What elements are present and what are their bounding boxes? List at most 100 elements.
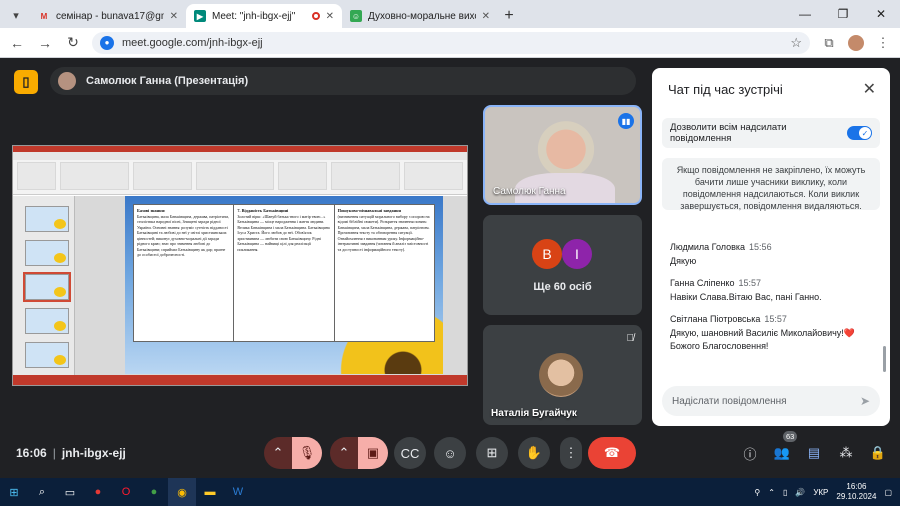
video-tile-self[interactable]: ▮▮ Самолюк Ганна xyxy=(483,105,642,205)
meeting-details-icon[interactable]: ⓘ xyxy=(740,443,760,463)
more-options-button[interactable]: ⋮ xyxy=(560,437,582,469)
reactions-button[interactable]: ☺ xyxy=(434,437,466,469)
maximize-icon[interactable]: ❐ xyxy=(824,0,862,28)
chevron-up-icon: ⌃ xyxy=(338,445,350,460)
message-input[interactable]: Надіслати повідомлення ➤ xyxy=(662,386,880,416)
presenter-avatar xyxy=(58,72,76,90)
chrome-icon[interactable]: ◉ xyxy=(168,478,196,506)
message-text: Дякую, шановний Василіє Миколайовичу!❤️ … xyxy=(670,328,856,351)
slide-column: Базові знання: Батьківщина, малa Батьків… xyxy=(134,205,235,341)
taskbar-clock[interactable]: 16:06 29.10.2024 xyxy=(836,482,876,502)
word-icon[interactable]: W xyxy=(224,478,252,506)
network-icon[interactable]: ▯ xyxy=(783,488,787,497)
emoji-icon: ☺ xyxy=(443,445,457,461)
mic-options-button[interactable]: ⌃ xyxy=(264,437,292,469)
message-time: 15:57 xyxy=(764,314,787,324)
url-field[interactable]: ● meet.google.com/jnh-ibgx-ejj ☆ xyxy=(92,31,810,54)
hang-up-icon: ☎ xyxy=(603,445,621,460)
participant-avatar xyxy=(539,353,583,397)
tab-docs[interactable]: ☺ Духовно-моральне виховання ✕ xyxy=(342,4,498,28)
reload-icon[interactable]: ↻ xyxy=(64,34,82,51)
search-icon[interactable]: ⌕ xyxy=(28,478,56,506)
video-tile-participant[interactable]: 🎙̸ Наталія Бугайчук xyxy=(483,325,642,425)
minimize-icon[interactable]: — xyxy=(786,0,824,28)
people-tray-icon[interactable]: ⚲ xyxy=(754,488,760,497)
close-tab-icon[interactable]: ✕ xyxy=(326,11,334,22)
tab-title: семінар - bunava17@gmail.com xyxy=(56,10,164,22)
profile-avatar[interactable] xyxy=(848,34,864,51)
bookmark-star-icon[interactable]: ☆ xyxy=(790,35,802,51)
mic-toggle-button[interactable]: 🎙 xyxy=(292,437,322,469)
raise-hand-button[interactable]: ✋ xyxy=(518,437,550,469)
column-text: Золотий вірш: «Шануй батька твого і маті… xyxy=(237,213,330,252)
ppt-ribbon xyxy=(13,160,467,195)
participant-avatar: B xyxy=(532,239,562,269)
activities-icon[interactable]: ⁂ xyxy=(836,443,856,463)
presenter-banner: Самолюк Ганна (Презентація) xyxy=(50,67,636,95)
close-tab-icon[interactable]: ✕ xyxy=(482,11,490,22)
tab-title: Духовно-моральне виховання xyxy=(368,10,476,22)
camera-options-button[interactable]: ⌃ xyxy=(330,437,358,469)
message-time: 15:57 xyxy=(738,278,761,288)
ppt-workspace: Базові знання: Батьківщина, малa Батьків… xyxy=(13,196,467,376)
leave-call-button[interactable]: ☎ xyxy=(588,437,636,469)
host-controls-icon[interactable]: 🔒 xyxy=(868,443,888,463)
slide-thumbnail xyxy=(23,272,71,302)
windows-start-icon[interactable]: ⊞ xyxy=(0,478,28,506)
camera-toggle-button[interactable]: ▣ xyxy=(358,437,388,469)
allow-messages-toggle[interactable] xyxy=(846,126,872,140)
opera-icon[interactable]: O xyxy=(112,478,140,506)
keyboard-language[interactable]: УКР xyxy=(813,488,828,497)
address-bar: ← → ↻ ● meet.google.com/jnh-ibgx-ejj ☆ ⧉… xyxy=(0,28,900,58)
tab-search-icon[interactable]: ▾ xyxy=(6,4,26,26)
allow-messages-row: Дозволити всім надсилати повідомлення xyxy=(662,118,880,148)
tab-gmail[interactable]: M семінар - bunava17@gmail.com ✕ xyxy=(30,4,186,28)
slide-column: Пошуково-пізнавальні завдання (визначенн… xyxy=(335,205,434,341)
system-tray: ⚲ ⌃ ▯ 🔊 УКР 16:06 29.10.2024 ▢ xyxy=(754,482,900,502)
tab-meet[interactable]: ▶ Meet: "jnh-ibgx-ejj" ✕ xyxy=(186,4,342,28)
chevron-up-icon[interactable]: ⌃ xyxy=(768,488,775,497)
close-tab-icon[interactable]: ✕ xyxy=(170,11,178,22)
ppt-ribbon-tabs xyxy=(13,152,467,160)
message-author: Ганна Сліпенко xyxy=(670,278,735,288)
volume-icon[interactable]: 🔊 xyxy=(795,488,805,497)
url-text: meet.google.com/jnh-ibgx-ejj xyxy=(122,36,263,49)
file-explorer-icon[interactable]: ▬ xyxy=(196,478,224,506)
people-icon[interactable]: 👥 xyxy=(772,443,792,463)
close-icon[interactable]: ✕ xyxy=(863,79,876,99)
meeting-code: jnh-ibgx-ejj xyxy=(61,446,126,460)
close-window-icon[interactable]: ✕ xyxy=(862,0,900,28)
site-info-icon[interactable]: ● xyxy=(100,35,114,50)
back-icon[interactable]: ← xyxy=(8,35,26,51)
slide-thumbnail xyxy=(25,206,69,232)
chat-icon[interactable]: ▤ xyxy=(804,443,824,463)
app-icon[interactable]: ● xyxy=(140,478,168,506)
video-tile-more-participants[interactable]: B I Ще 60 осіб xyxy=(483,215,642,315)
message-author: Світлана Піотровська xyxy=(670,314,761,324)
slide-canvas: Базові знання: Батьківщина, малa Батьків… xyxy=(125,196,443,374)
new-tab-button[interactable]: + xyxy=(498,4,520,28)
slide-thumbnails xyxy=(13,196,75,376)
column-heading: Базові знання: xyxy=(137,208,166,213)
notifications-icon[interactable]: ▢ xyxy=(884,488,892,497)
message-text: Дякую xyxy=(670,256,697,266)
app-icon[interactable]: ● xyxy=(84,478,112,506)
slide-table: Базові знання: Батьківщина, малa Батьків… xyxy=(133,204,435,342)
send-icon[interactable]: ➤ xyxy=(860,394,870,408)
task-view-icon[interactable]: ▭ xyxy=(56,478,84,506)
participants-count-badge: 63 xyxy=(783,431,798,442)
slide-thumbnail xyxy=(25,342,69,368)
forward-icon[interactable]: → xyxy=(36,35,54,51)
present-button[interactable]: ⊞ xyxy=(476,437,508,469)
captions-button[interactable]: CC xyxy=(394,437,426,469)
meeting-info: 16:06 | jnh-ibgx-ejj xyxy=(16,446,126,460)
hand-icon: ✋ xyxy=(525,445,543,460)
allow-messages-label: Дозволити всім надсилати повідомлення xyxy=(670,122,787,144)
column-heading: 7. Відданість Батьківщині xyxy=(237,208,289,213)
extensions-icon[interactable]: ⧉ xyxy=(820,35,838,51)
captions-icon: CC xyxy=(400,445,420,461)
tab-title: Meet: "jnh-ibgx-ejj" xyxy=(212,10,296,22)
chat-scrollbar[interactable] xyxy=(883,346,886,372)
menu-dots-icon[interactable]: ⋮ xyxy=(874,35,892,51)
tile-name: Самолюк Ганна xyxy=(493,186,566,197)
